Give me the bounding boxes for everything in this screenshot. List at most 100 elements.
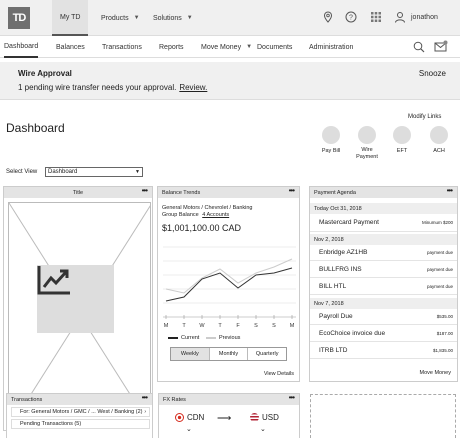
agenda-item-name: Mastercard Payment	[319, 219, 379, 226]
move-money-link[interactable]: Move Money	[420, 370, 452, 376]
chart-thumbnail	[37, 265, 114, 333]
location-icon[interactable]	[322, 11, 334, 23]
wire-approval-banner: Wire Approval 1 pending wire transfer ne…	[0, 62, 460, 100]
agenda-item-detail: payment due	[426, 267, 453, 272]
pending-transactions-label: Pending Transactions (5)	[20, 421, 82, 427]
help-icon[interactable]: ?	[345, 11, 357, 23]
review-link[interactable]: Review.	[179, 83, 207, 92]
x-tick-label: S	[254, 323, 258, 329]
arrow-right-icon: ⟶	[217, 413, 232, 424]
agenda-item-detail: payment due	[426, 284, 453, 289]
agenda-item[interactable]: BULLFRG INS payment due	[310, 262, 457, 278]
quick-link-pay-bill[interactable]: Pay Bill	[311, 126, 351, 155]
agenda-date-header: Nov 2, 2018	[310, 234, 457, 245]
x-tick-label: T	[218, 323, 222, 329]
chevron-down-icon: ▼	[135, 169, 140, 175]
fx-to-currency[interactable]: USD	[250, 413, 279, 422]
more-options-icon[interactable]: •••	[289, 187, 295, 195]
tab-administration[interactable]: Administration	[309, 36, 353, 58]
tab-documents[interactable]: Documents	[257, 36, 292, 58]
agenda-item[interactable]: Mastercard Payment Minumum $200	[310, 214, 457, 232]
agenda-item[interactable]: Payroll Due $535.00	[310, 309, 457, 325]
add-widget-placeholder[interactable]	[310, 394, 456, 438]
balance-amount: $1,001,100.00 CAD	[162, 223, 242, 233]
agenda-date-header: Today Oct 31, 2018	[310, 203, 457, 214]
banner-message-text: 1 pending wire transfer needs your appro…	[18, 83, 177, 92]
user-icon[interactable]	[394, 11, 406, 23]
agenda-item-name: Payroll Due	[319, 313, 353, 320]
more-options-icon[interactable]: •••	[289, 394, 295, 402]
tab-dashboard-label: Dashboard	[4, 42, 39, 50]
mail-icon[interactable]	[434, 40, 448, 53]
legend-label: Previous	[219, 335, 241, 341]
agenda-item-detail: $535.00	[436, 314, 453, 319]
apps-grid-icon[interactable]	[370, 11, 382, 23]
chevron-right-icon: ›	[144, 409, 146, 415]
chart-gridlines	[163, 246, 296, 304]
more-options-icon[interactable]: •••	[142, 394, 148, 402]
topnav-products[interactable]: Products ▼	[101, 0, 140, 36]
transactions-filter[interactable]: For: General Motors / GMC / ... West / B…	[11, 407, 150, 417]
canada-flag-icon	[175, 413, 184, 422]
x-tick-label: F	[236, 323, 240, 329]
quick-link-label: ACH	[433, 148, 445, 154]
pending-transactions-row[interactable]: Pending Transactions (5)	[11, 419, 150, 429]
fx-from-currency[interactable]: CDN	[175, 413, 204, 422]
group-balance: Group Balance 4 Accounts	[162, 212, 229, 218]
legend-swatch	[206, 337, 216, 339]
account-name: General Motors / Chevrolet / Banking	[162, 205, 253, 211]
tab-dashboard[interactable]: Dashboard	[4, 36, 39, 58]
quick-link-eft[interactable]: EFT	[382, 126, 422, 155]
topnav-my-td-label: My TD	[60, 13, 81, 21]
topnav-my-td[interactable]: My TD	[52, 0, 89, 36]
trending-chart-icon	[37, 266, 70, 295]
select-view-dropdown[interactable]: Dashboard ▼	[45, 167, 143, 177]
tab-move-money[interactable]: Move Money ▼	[201, 36, 252, 58]
widget-title: Balance Trends	[162, 189, 201, 196]
search-icon[interactable]	[413, 41, 425, 53]
quick-link-ach[interactable]: ACH	[419, 126, 459, 155]
balance-trends-widget: Balance Trends ••• General Motors / Chev…	[157, 186, 300, 382]
transactions-filter-label: For: General Motors / GMC / ... West / B…	[20, 409, 143, 415]
tab-monthly[interactable]: Monthly	[210, 348, 249, 360]
tab-quarterly[interactable]: Quarterly	[248, 348, 286, 360]
tab-move-money-label: Move Money	[201, 43, 242, 51]
period-tabs: Weekly Monthly Quarterly	[170, 347, 287, 361]
tab-transactions[interactable]: Transactions	[102, 36, 142, 58]
widget-header: Balance Trends •••	[158, 187, 299, 198]
svg-text:?: ?	[349, 15, 353, 22]
tab-balances-label: Balances	[56, 43, 85, 51]
tab-balances[interactable]: Balances	[56, 36, 85, 58]
quick-link-wire-payment[interactable]: Wire Payment	[347, 126, 387, 160]
snooze-button[interactable]: Snooze	[419, 69, 446, 78]
agenda-item[interactable]: ITRB LTD $1,835.00	[310, 343, 457, 359]
tab-reports[interactable]: Reports	[159, 36, 184, 58]
chevron-down-icon[interactable]: ⌄	[260, 425, 266, 433]
agenda-item[interactable]: Enbridge AZ1HB payment due	[310, 245, 457, 261]
tab-weekly[interactable]: Weekly	[171, 348, 210, 360]
modify-links-link[interactable]: Modify Links	[408, 114, 441, 120]
chevron-down-icon: ▼	[186, 15, 193, 21]
widget-header: Payment Agenda •••	[310, 187, 457, 198]
agenda-item[interactable]: EcoChoice invoice due $187.00	[310, 326, 457, 342]
wire-payment-icon	[358, 126, 376, 144]
payment-agenda-widget: Payment Agenda ••• Today Oct 31, 2018 Ma…	[309, 186, 458, 382]
fx-to-label: USD	[262, 413, 279, 422]
topnav-solutions[interactable]: Solutions ▼	[153, 0, 193, 36]
more-options-icon[interactable]: •••	[142, 187, 148, 195]
agenda-item-detail: Minumum $200	[421, 220, 453, 225]
widget-title: Title	[72, 189, 84, 196]
legend-previous: Previous	[206, 335, 240, 341]
agenda-item-name: BILL HTL	[319, 283, 347, 290]
widget-header: Title •••	[4, 187, 152, 198]
view-details-link[interactable]: View Details	[264, 371, 294, 377]
ach-icon	[430, 126, 448, 144]
username[interactable]: jonathon	[411, 14, 438, 21]
accounts-link[interactable]: 4 Accounts	[202, 212, 229, 218]
fx-rates-widget: FX Rates ••• CDN ⌄ ⟶ USD ⌄	[158, 393, 300, 438]
agenda-item[interactable]: BILL HTL payment due	[310, 279, 457, 295]
x-tick-label: W	[199, 323, 205, 329]
td-logo[interactable]: TD	[8, 7, 30, 29]
chevron-down-icon[interactable]: ⌄	[186, 425, 192, 433]
more-options-icon[interactable]: •••	[447, 187, 453, 195]
